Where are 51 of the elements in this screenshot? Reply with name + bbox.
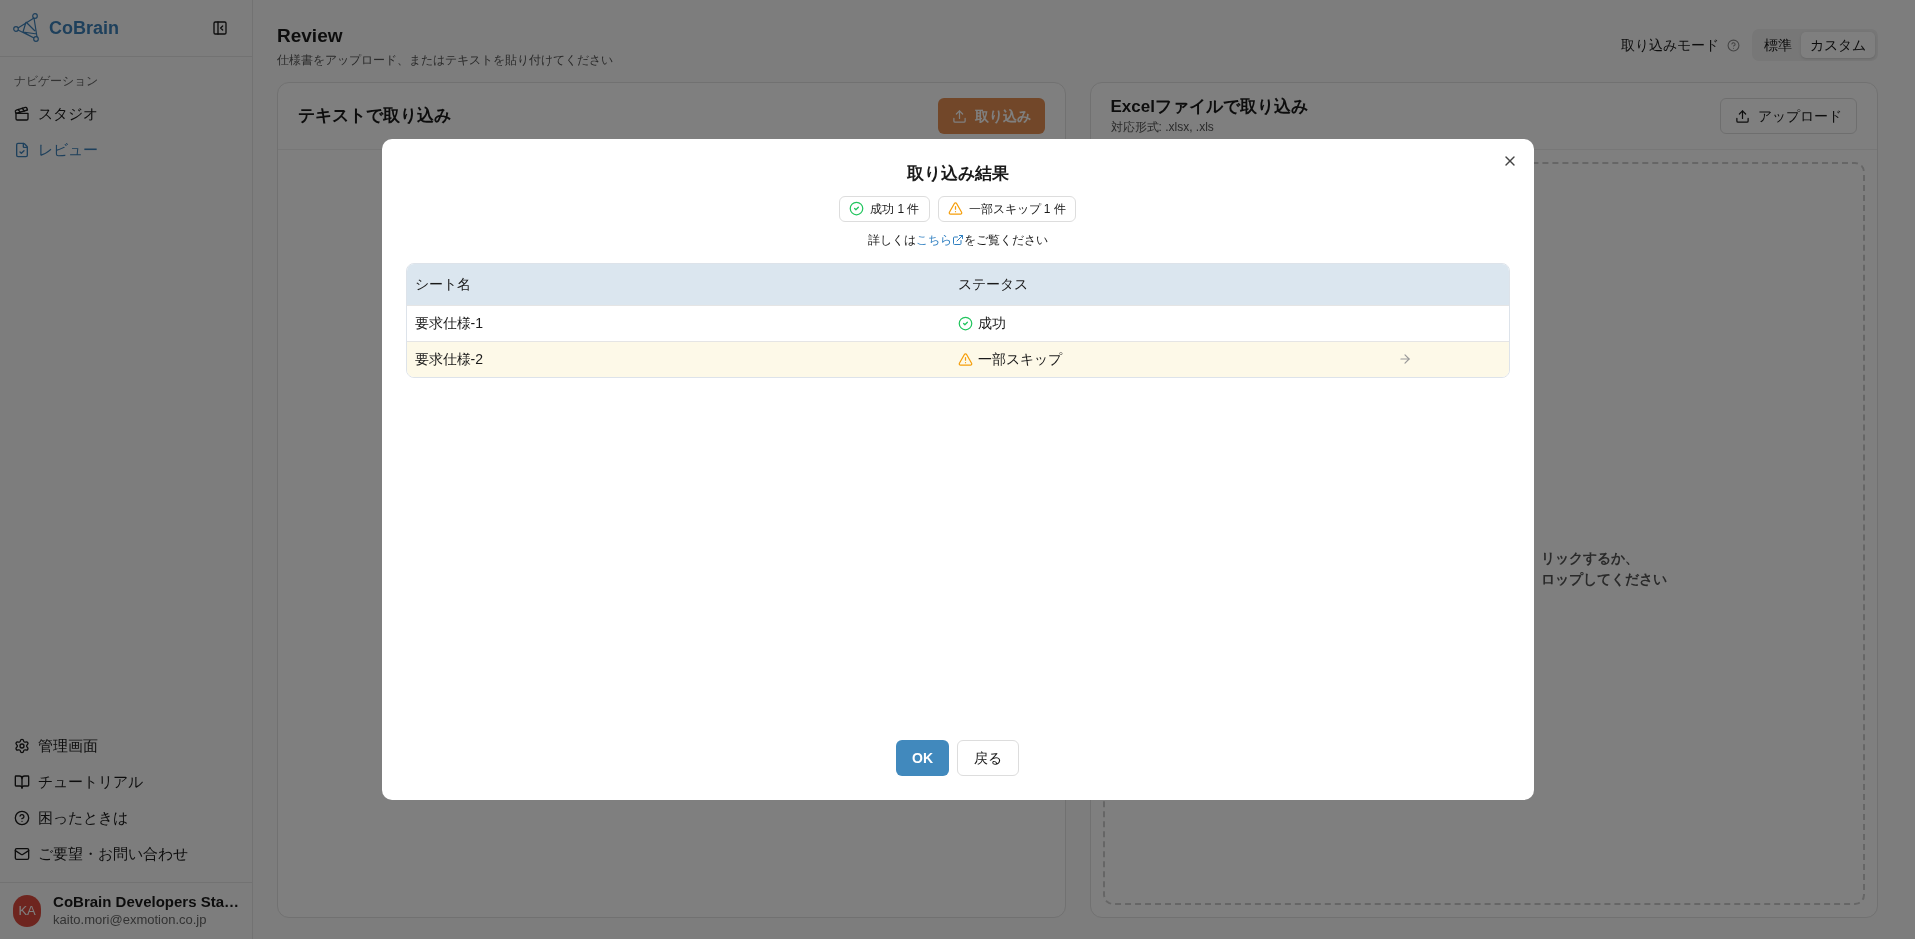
book-icon: [14, 774, 30, 790]
sidebar-link[interactable]: ご要望・お問い合わせ: [14, 836, 238, 872]
drop-hint: ロップしてください: [1540, 569, 1667, 589]
mode-label: 取り込みモード: [1621, 35, 1719, 55]
mode-option[interactable]: カスタム: [1801, 32, 1875, 58]
summary-badge: 成功 1 件: [839, 195, 930, 222]
column-header: シート名: [413, 274, 472, 294]
warning-icon: [957, 351, 973, 367]
nav-item[interactable]: レビュー: [14, 132, 238, 168]
summary-badge: 一部スキップ 1 件: [937, 195, 1076, 222]
table-row[interactable]: 要求仕様-2 一部スキップ: [406, 340, 1509, 377]
ok-button[interactable]: OK: [896, 740, 949, 776]
help-icon: [14, 810, 30, 826]
upload-button[interactable]: アップロード: [1720, 98, 1857, 134]
collapse-sidebar-button[interactable]: [210, 18, 230, 38]
back-button[interactable]: 戻る: [957, 740, 1019, 776]
mode-option[interactable]: 標準: [1755, 32, 1801, 58]
brand-name: CoBrain: [49, 16, 119, 40]
details-note: 詳しくはこちら をご覧ください: [867, 230, 1048, 249]
page-title: Review: [277, 24, 344, 48]
upload-icon: [1735, 108, 1750, 124]
panel-title: テキストで取り込み: [298, 105, 451, 128]
status-text: 成功: [977, 313, 1006, 333]
check-circle-icon: [849, 201, 865, 216]
user-name: CoBrain Developers Sta…: [53, 893, 239, 911]
format-note: 対応形式: .xlsx, .xls: [1110, 119, 1215, 136]
document-check-icon: [14, 142, 30, 158]
check-circle-icon: [957, 315, 973, 331]
settings-icon: [14, 738, 30, 754]
help-icon: [1727, 38, 1740, 52]
status-text: 一部スキップ: [977, 349, 1062, 369]
dialog-title: 取り込み結果: [906, 163, 1009, 185]
sheet-name: 要求仕様-1: [413, 313, 484, 333]
column-header: ステータス: [957, 274, 1029, 294]
warning-icon: [947, 201, 963, 216]
page-subtitle: 仕様書をアップロード、またはテキストを貼り付けてください: [277, 52, 613, 69]
sidebar-link[interactable]: 管理画面: [14, 728, 238, 764]
nav-item[interactable]: スタジオ: [14, 96, 238, 132]
section-label: ナビゲーション: [14, 73, 99, 90]
details-link[interactable]: こちら: [915, 230, 964, 249]
panel-title: Excelファイルで取り込み: [1110, 96, 1308, 118]
external-link-icon: [951, 233, 964, 246]
mail-icon: [14, 846, 30, 862]
sheet-name: 要求仕様-2: [413, 349, 484, 369]
user-avatar: KA: [13, 895, 42, 927]
drop-hint: リックするか、: [1540, 548, 1639, 568]
clapperboard-icon: [14, 106, 30, 122]
user-email: kaito.mori@exmotion.co.jp: [53, 911, 208, 929]
upload-icon: [951, 108, 967, 124]
sidebar-link[interactable]: 困ったときは: [14, 800, 238, 836]
sidebar-link[interactable]: チュートリアル: [14, 764, 238, 800]
